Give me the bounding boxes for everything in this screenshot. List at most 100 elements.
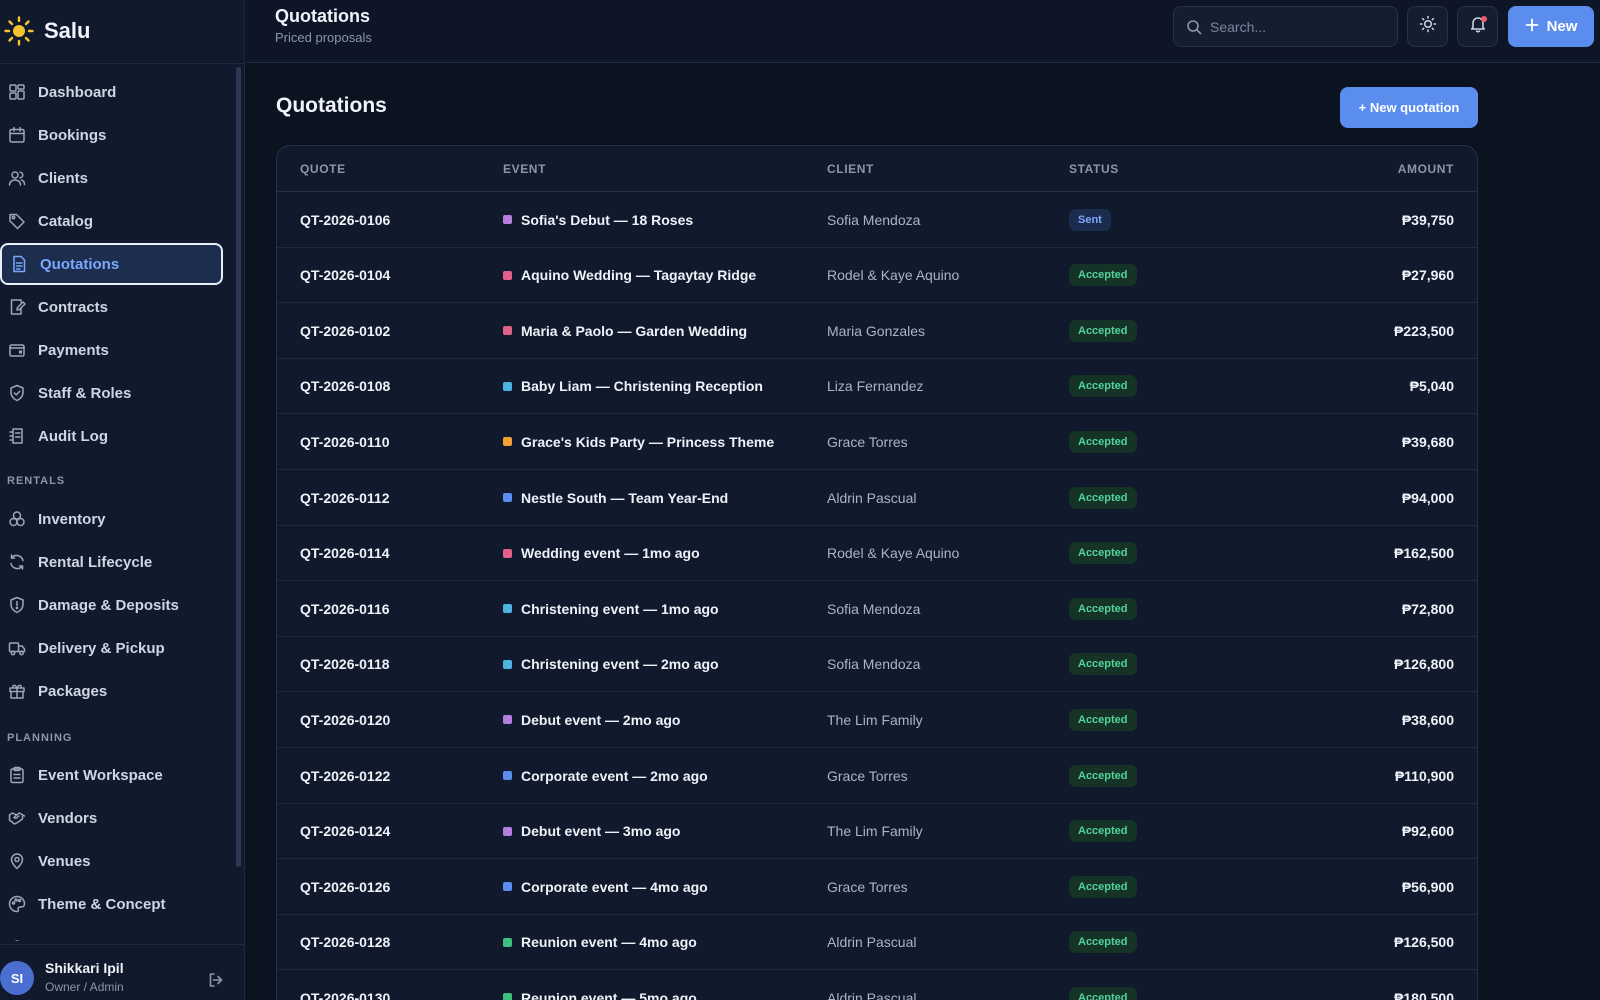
sidebar-item-venues[interactable]: Venues (0, 840, 223, 882)
truck-icon (8, 639, 26, 657)
client-name: Rodel & Kaye Aquino (827, 545, 960, 562)
sidebar-item-damage-deposits[interactable]: Damage & Deposits (0, 584, 223, 626)
table-row[interactable]: QT-2026-0116 Christening event — 1mo ago S… (277, 581, 1477, 637)
column-header-quote[interactable]: QUOTE (300, 162, 346, 176)
table-row[interactable]: QT-2026-0106 Sofia's Debut — 18 Roses Sofi… (277, 192, 1477, 248)
contract-icon (8, 298, 26, 316)
sidebar-item-packages[interactable]: Packages (0, 670, 223, 712)
sidebar-item-rental-lifecycle[interactable]: Rental Lifecycle (0, 541, 223, 583)
sidebar-item-quotations[interactable]: Quotations (0, 243, 223, 285)
column-header-status[interactable]: STATUS (1069, 162, 1119, 176)
sidebar-item-payments[interactable]: Payments (0, 329, 223, 371)
column-header-event[interactable]: EVENT (503, 162, 546, 176)
sidebar-item-vendors[interactable]: Vendors (0, 797, 223, 839)
amount: ₱162,500 (1394, 545, 1454, 562)
event-name: Sofia's Debut — 18 Roses (521, 211, 694, 228)
notifications-button[interactable] (1457, 6, 1498, 47)
quote-id[interactable]: QT-2026-0122 (300, 748, 390, 803)
search-icon (1186, 19, 1202, 35)
theme-toggle-button[interactable] (1407, 6, 1448, 47)
guests-icon (8, 938, 26, 941)
status-badge: Accepted (1069, 653, 1137, 676)
status-badge: Accepted (1069, 820, 1137, 843)
new-button[interactable]: New (1508, 6, 1594, 47)
new-quotation-button[interactable]: + New quotation (1340, 87, 1478, 128)
status-cell: Accepted (1069, 915, 1137, 970)
quote-id[interactable]: QT-2026-0116 (300, 581, 390, 636)
sidebar-item-dashboard[interactable]: Dashboard (0, 71, 223, 113)
event-type-dot (503, 993, 512, 1000)
sidebar-item-delivery-pickup[interactable]: Delivery & Pickup (0, 627, 223, 669)
status-cell: Accepted (1069, 970, 1137, 1000)
sidebar-item-label: Catalog (38, 212, 94, 230)
quote-id[interactable]: QT-2026-0114 (300, 526, 390, 581)
pin-icon (8, 852, 26, 870)
client-name: Sofia Mendoza (827, 211, 921, 228)
quote-id[interactable]: QT-2026-0130 (300, 970, 390, 1000)
quote-id[interactable]: QT-2026-0120 (300, 692, 390, 747)
event-name: Reunion event — 4mo ago (521, 934, 697, 951)
event-cell: Sofia's Debut — 18 Roses (503, 192, 693, 247)
sidebar-item-audit-log[interactable]: Audit Log (0, 415, 223, 457)
shield-icon (8, 384, 26, 402)
sidebar-item-event-workspace[interactable]: Event Workspace (0, 754, 223, 796)
quote-id[interactable]: QT-2026-0110 (300, 414, 390, 469)
quote-id[interactable]: QT-2026-0104 (300, 248, 390, 303)
status-cell: Accepted (1069, 526, 1137, 581)
wallet-icon (8, 341, 26, 359)
table-row[interactable]: QT-2026-0128 Reunion event — 4mo ago Aldri… (277, 915, 1477, 971)
amount: ₱126,800 (1394, 656, 1454, 673)
quote-id[interactable]: QT-2026-0124 (300, 804, 390, 859)
quote-id[interactable]: QT-2026-0118 (300, 637, 390, 692)
table-row[interactable]: QT-2026-0108 Baby Liam — Christening Rece… (277, 359, 1477, 415)
quote-id[interactable]: QT-2026-0108 (300, 359, 390, 414)
sidebar-item-staff-roles[interactable]: Staff & Roles (0, 372, 223, 414)
sidebar-item-contracts[interactable]: Contracts (0, 286, 223, 328)
sidebar-item-guests[interactable]: Guests (0, 926, 223, 941)
sidebar-item-label: Event Workspace (38, 766, 163, 784)
column-header-amount[interactable]: AMOUNT (1398, 162, 1454, 176)
event-type-dot (503, 215, 512, 224)
client-name: Sofia Mendoza (827, 656, 921, 673)
event-name: Maria & Paolo — Garden Wedding (521, 322, 748, 339)
sidebar-item-bookings[interactable]: Bookings (0, 114, 223, 156)
quote-id[interactable]: QT-2026-0112 (300, 470, 390, 525)
event-name: Wedding event — 1mo ago (521, 545, 700, 562)
sidebar-item-theme-concept[interactable]: Theme & Concept (0, 883, 223, 925)
user-role: Owner / Admin (45, 980, 124, 994)
table-row[interactable]: QT-2026-0126 Corporate event — 4mo ago Gra… (277, 859, 1477, 915)
sidebar-item-inventory[interactable]: Inventory (0, 498, 223, 540)
table-row[interactable]: QT-2026-0102 Maria & Paolo — Garden Weddi… (277, 303, 1477, 359)
quote-id[interactable]: QT-2026-0106 (300, 192, 390, 247)
quote-id[interactable]: QT-2026-0126 (300, 859, 390, 914)
avatar[interactable]: SI (0, 961, 34, 995)
sidebar-item-label: Payments (38, 341, 109, 359)
event-name: Nestle South — Team Year-End (521, 489, 729, 506)
event-type-dot (503, 604, 512, 614)
quote-id[interactable]: QT-2026-0102 (300, 303, 390, 358)
sidebar-item-label: Clients (38, 169, 89, 187)
table-row[interactable]: QT-2026-0124 Debut event — 3mo ago The Lim… (277, 804, 1477, 860)
logout-icon[interactable] (207, 971, 225, 989)
table-row[interactable]: QT-2026-0130 Reunion event — 5mo ago Aldri… (277, 970, 1477, 1000)
sidebar-item-clients[interactable]: Clients (0, 157, 223, 199)
table-row[interactable]: QT-2026-0112 Nestle South — Team Year-End… (277, 470, 1477, 526)
sidebar-item-label: Audit Log (38, 427, 108, 445)
search-box[interactable] (1173, 6, 1398, 47)
table-row[interactable]: QT-2026-0120 Debut event — 2mo ago The Lim… (277, 692, 1477, 748)
table-row[interactable]: QT-2026-0118 Christening event — 2mo ago S… (277, 637, 1477, 693)
sidebar-scrollbar[interactable] (236, 67, 241, 867)
brand-name: Salu (44, 18, 91, 43)
sidebar-item-label: Staff & Roles (38, 384, 132, 402)
brand[interactable]: Salu (4, 14, 90, 48)
table-row[interactable]: QT-2026-0104 Aquino Wedding — Tagaytay Ri… (277, 248, 1477, 304)
table-row[interactable]: QT-2026-0122 Corporate event — 2mo ago Gra… (277, 748, 1477, 804)
table-row[interactable]: QT-2026-0114 Wedding event — 1mo ago Rodel… (277, 526, 1477, 582)
sidebar-item-catalog[interactable]: Catalog (0, 200, 223, 242)
status-badge: Accepted (1069, 430, 1137, 453)
column-header-client[interactable]: CLIENT (827, 162, 874, 176)
status-badge: Accepted (1069, 986, 1137, 1000)
table-row[interactable]: QT-2026-0110 Grace's Kids Party — Princes… (277, 414, 1477, 470)
search-input[interactable] (1210, 18, 1380, 35)
quote-id[interactable]: QT-2026-0128 (300, 915, 390, 970)
